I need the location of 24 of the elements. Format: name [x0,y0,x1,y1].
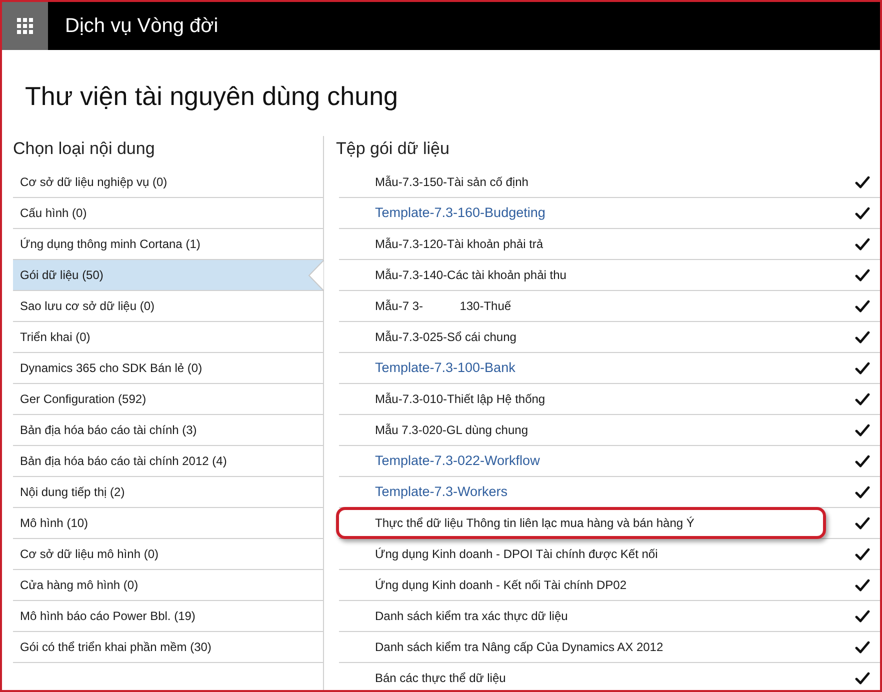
file-name: Thực thể dữ liệu Thông tin liên lạc mua hàng và bán hàng Ý [375,515,696,532]
file-name: Mẫu-7.3-140-Các tài khoản phải thu [375,267,568,284]
category-item[interactable]: Gói dữ liệu (50) [13,260,323,291]
file-name: Danh sách kiểm tra xác thực dữ liệu [375,608,569,625]
file-link[interactable]: Template-7.3-160-Budgeting [375,202,855,224]
file-name: Mẫu-7.3-025-Sổ cái chung [375,329,518,346]
categories-heading: Chọn loại nội dung [13,138,155,160]
file-name: Danh sách kiểm tra Nâng cấp Của Dynamics AX 2012 [375,639,664,656]
files-heading: Tệp gói dữ liệu [336,138,450,160]
file-name: Bán các thực thể dữ liệu [375,670,507,687]
file-link[interactable]: Template-7.3-Workers [375,482,855,502]
file-link[interactable]: Template-7.3-100-Bank [375,358,855,378]
app-launcher-tile[interactable] [2,2,48,50]
file-name: Ứng dụng Kinh doanh - Kết nối Tài chính DP02 [375,577,628,594]
file-name: Ứng dụng Kinh doanh - DPOI Tài chính được Kết nối [375,546,659,563]
app-title: Dịch vụ Vòng đời [65,14,218,39]
app-launcher-icon[interactable] [17,18,33,34]
page-title: Thư viện tài nguyên dùng chung [25,81,400,111]
file-name: Mẫu-7 3- 130-Thuế [375,298,512,315]
file-name: Mẫu-7.3-010-Thiết lập Hệ thống [375,391,546,408]
file-name: Mẫu-7.3-120-Tài khoản phải trả [375,236,544,253]
file-name: Mẫu 7.3-020-GL dùng chung [375,422,529,439]
file-link[interactable]: Template-7.3-022-Workflow [375,450,855,472]
file-name: Mẫu-7.3-150-Tài sản cố định [375,174,530,191]
